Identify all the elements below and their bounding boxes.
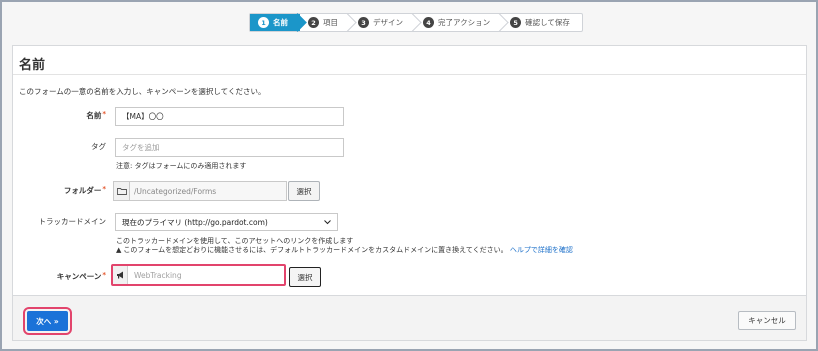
step-number: 5 bbox=[510, 17, 522, 28]
help-link[interactable]: ヘルプで詳細を確認 bbox=[510, 246, 573, 254]
campaign-field: WebTracking bbox=[111, 264, 286, 286]
required-marker: * bbox=[102, 271, 106, 279]
cancel-button[interactable]: キャンセル bbox=[738, 311, 796, 330]
required-marker: * bbox=[102, 110, 106, 118]
folder-field: /Uncategorized/Forms bbox=[113, 181, 287, 201]
wizard-step-review-save[interactable]: 5 確認して保存 bbox=[502, 14, 582, 31]
step-number: 1 bbox=[258, 17, 269, 28]
wizard-step-fields[interactable]: 2 項目 bbox=[300, 14, 350, 31]
form-footer bbox=[12, 296, 807, 341]
step-label: デザイン bbox=[373, 18, 403, 27]
tracker-domain-select[interactable]: 現在のプライマリ (http://go.pardot.com) bbox=[115, 213, 338, 231]
tracker-warning: ▲ このフォームを想定どおりに機能させるには、デフォルトトラッカードメインをカスタ… bbox=[116, 245, 573, 255]
required-marker: * bbox=[102, 185, 106, 193]
campaign-label: キャンペーン* bbox=[11, 271, 106, 282]
tracker-domain-label: トラッカードメイン bbox=[38, 217, 107, 226]
intro-text: このフォームの一意の名前を入力し、キャンペーンを選択してください。 bbox=[19, 87, 266, 96]
warning-icon: ▲ bbox=[116, 246, 122, 254]
wizard-steps: 1 名前 2 項目 3 デザイン 4 完了アクション 5 確認して保存 bbox=[249, 13, 583, 32]
tracker-domain-selected: 現在のプライマリ (http://go.pardot.com) bbox=[122, 217, 268, 227]
campaign-input[interactable]: WebTracking bbox=[128, 266, 284, 284]
step-number: 2 bbox=[308, 17, 319, 28]
tags-input[interactable]: タグを追加 bbox=[115, 138, 344, 157]
name-input[interactable]: 【MA】〇〇 bbox=[115, 107, 344, 126]
folder-input: /Uncategorized/Forms bbox=[130, 181, 287, 201]
name-label: 名前* bbox=[11, 110, 106, 121]
campaign-select-button[interactable]: 選択 bbox=[289, 267, 321, 287]
step-label: 確認して保存 bbox=[525, 18, 570, 27]
tags-help-text: 注意: タグはフォームにのみ適用されます bbox=[116, 162, 247, 170]
step-label: 名前 bbox=[273, 18, 288, 27]
name-label-text: 名前 bbox=[86, 111, 102, 120]
wizard-step-completion-actions[interactable]: 4 完了アクション bbox=[415, 14, 502, 31]
folder-label-text: フォルダー bbox=[63, 186, 102, 195]
step-number: 4 bbox=[423, 17, 434, 28]
next-button[interactable]: 次へ » bbox=[23, 307, 72, 335]
tags-label: タグ bbox=[91, 142, 106, 151]
tracker-warning-text: このフォームを想定どおりに機能させるには、デフォルトトラッカードメインをカスタム… bbox=[123, 246, 508, 254]
chevron-down-icon bbox=[324, 218, 331, 227]
megaphone-icon bbox=[113, 266, 128, 284]
divider bbox=[13, 74, 806, 75]
step-label: 完了アクション bbox=[438, 18, 491, 27]
wizard-step-design[interactable]: 3 デザイン bbox=[350, 14, 415, 31]
folder-label: フォルダー* bbox=[11, 185, 106, 196]
folder-icon bbox=[113, 181, 130, 201]
page-title: 名前 bbox=[19, 58, 46, 73]
step-label: 項目 bbox=[323, 18, 338, 27]
wizard-step-name[interactable]: 1 名前 bbox=[250, 14, 300, 31]
campaign-label-text: キャンペーン bbox=[56, 272, 102, 281]
folder-select-button[interactable]: 選択 bbox=[288, 181, 320, 201]
step-number: 3 bbox=[358, 17, 369, 28]
